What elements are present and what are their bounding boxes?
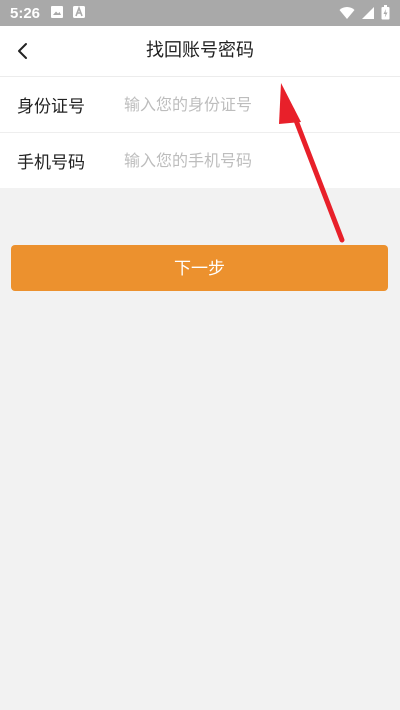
battery-icon	[381, 5, 390, 24]
id-number-label: 身份证号	[17, 97, 85, 117]
wifi-icon	[339, 5, 355, 24]
phone-number-input[interactable]	[124, 145, 374, 176]
phone-number-row: 手机号码	[0, 132, 400, 188]
id-number-input[interactable]	[124, 89, 374, 120]
signal-icon	[361, 5, 375, 24]
image-icon	[50, 4, 64, 23]
id-number-row: 身份证号	[0, 77, 400, 132]
page-title: 找回账号密码	[146, 40, 254, 61]
phone-number-label: 手机号码	[17, 153, 85, 173]
status-bar: 5:26	[0, 0, 400, 26]
next-step-button[interactable]: 下一步	[11, 245, 388, 291]
status-time: 5:26	[10, 4, 41, 22]
a-icon	[72, 4, 86, 23]
nav-bar: 找回账号密码	[0, 26, 400, 77]
recovery-form: 身份证号 手机号码	[0, 77, 400, 188]
